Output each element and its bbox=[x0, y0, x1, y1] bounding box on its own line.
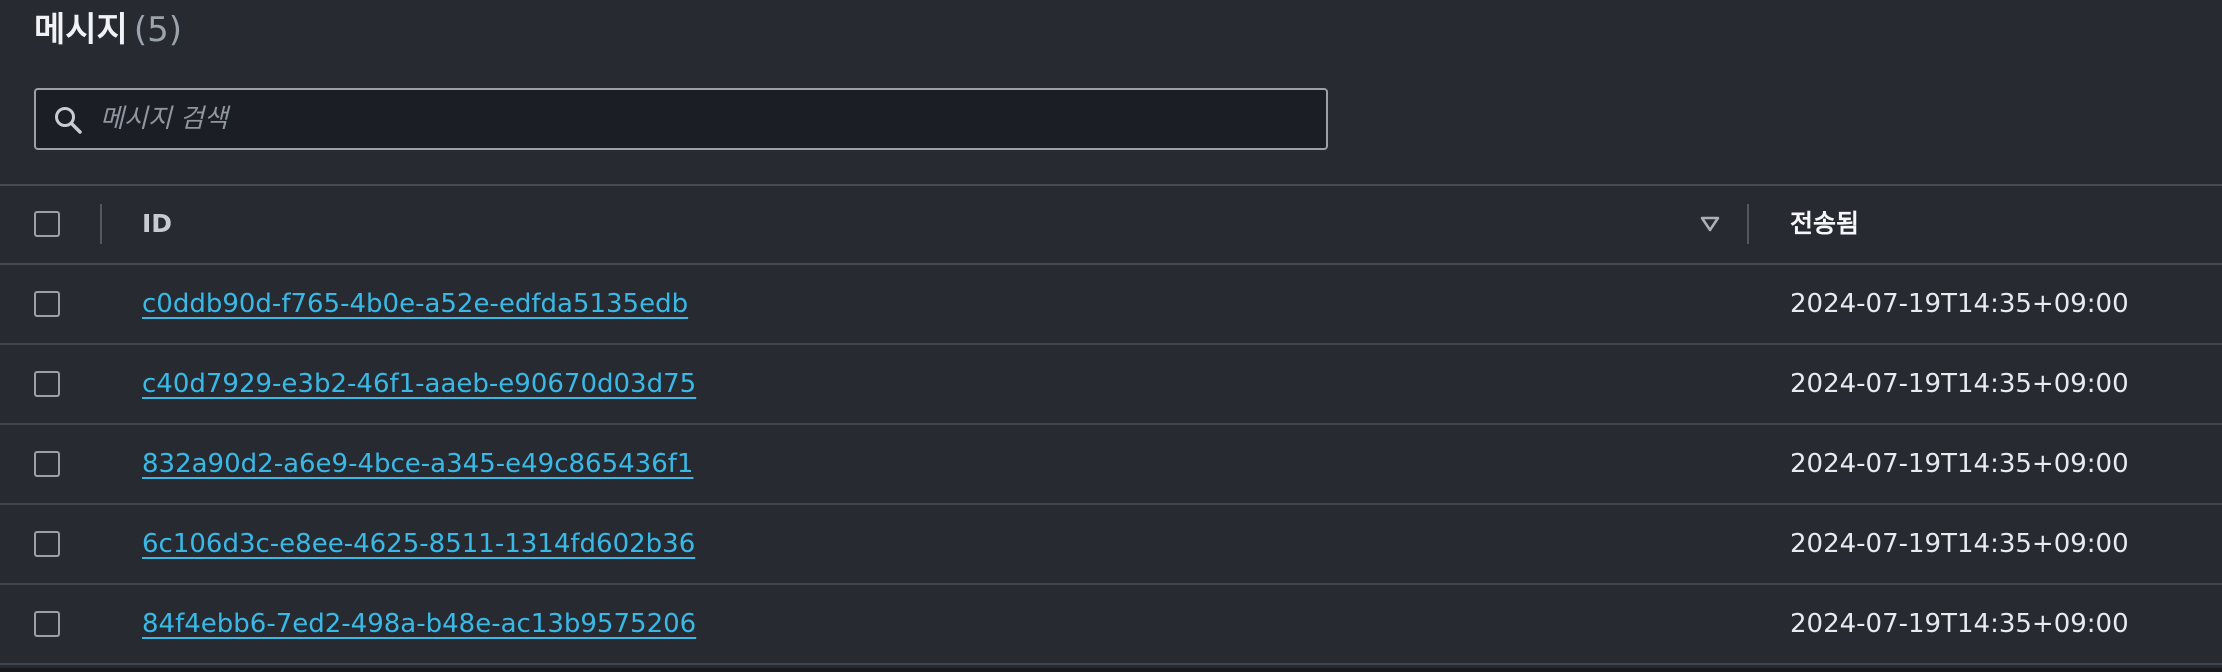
message-id-link[interactable]: 84f4ebb6-7ed2-498a-b48e-ac13b9575206 bbox=[142, 603, 696, 645]
sent-timestamp: 2024-07-19T14:35+09:00 bbox=[1790, 609, 2129, 639]
search-input[interactable] bbox=[100, 90, 1300, 148]
search-icon bbox=[55, 107, 82, 134]
message-count: (5) bbox=[133, 10, 183, 50]
page-title-text: 메시지 bbox=[34, 10, 128, 50]
table-row: 84f4ebb6-7ed2-498a-b48e-ac13b9575206 202… bbox=[0, 585, 2222, 665]
bottom-edge bbox=[0, 668, 2222, 672]
column-divider[interactable] bbox=[100, 204, 102, 244]
message-id-link[interactable]: c0ddb90d-f765-4b0e-a52e-edfda5135edb bbox=[142, 283, 688, 325]
table-row: 832a90d2-a6e9-4bce-a345-e49c865436f1 202… bbox=[0, 425, 2222, 505]
sent-timestamp: 2024-07-19T14:35+09:00 bbox=[1790, 289, 2129, 319]
messages-panel: 메시지(5) ID 전송됨 c0ddb90d-f765-4b0e-a52e-ed… bbox=[0, 0, 2222, 672]
sent-timestamp: 2024-07-19T14:35+09:00 bbox=[1790, 369, 2129, 399]
row-checkbox[interactable] bbox=[34, 531, 60, 557]
table-row: c40d7929-e3b2-46f1-aaeb-e90670d03d75 202… bbox=[0, 345, 2222, 425]
row-checkbox[interactable] bbox=[34, 371, 60, 397]
row-checkbox[interactable] bbox=[34, 611, 60, 637]
id-column-header[interactable]: ID bbox=[142, 204, 172, 244]
message-id-link[interactable]: 832a90d2-a6e9-4bce-a345-e49c865436f1 bbox=[142, 443, 693, 485]
message-id-link[interactable]: c40d7929-e3b2-46f1-aaeb-e90670d03d75 bbox=[142, 363, 696, 405]
column-divider[interactable] bbox=[1747, 204, 1749, 244]
table-row: c0ddb90d-f765-4b0e-a52e-edfda5135edb 202… bbox=[0, 265, 2222, 345]
row-checkbox[interactable] bbox=[34, 291, 60, 317]
select-all-checkbox[interactable] bbox=[34, 211, 60, 237]
sent-timestamp: 2024-07-19T14:35+09:00 bbox=[1790, 449, 2129, 479]
messages-table: ID 전송됨 c0ddb90d-f765-4b0e-a52e-edfda5135… bbox=[0, 184, 2222, 672]
row-checkbox[interactable] bbox=[34, 451, 60, 477]
sent-timestamp: 2024-07-19T14:35+09:00 bbox=[1790, 529, 2129, 559]
search-box[interactable] bbox=[34, 88, 1328, 150]
table-row: 6c106d3c-e8ee-4625-8511-1314fd602b36 202… bbox=[0, 505, 2222, 585]
message-id-link[interactable]: 6c106d3c-e8ee-4625-8511-1314fd602b36 bbox=[142, 523, 695, 565]
table-header: ID 전송됨 bbox=[0, 186, 2222, 265]
page-title: 메시지 (5) bbox=[34, 8, 182, 52]
sent-column-header[interactable]: 전송됨 bbox=[1790, 204, 1859, 244]
sort-descending-icon[interactable] bbox=[1698, 212, 1722, 236]
